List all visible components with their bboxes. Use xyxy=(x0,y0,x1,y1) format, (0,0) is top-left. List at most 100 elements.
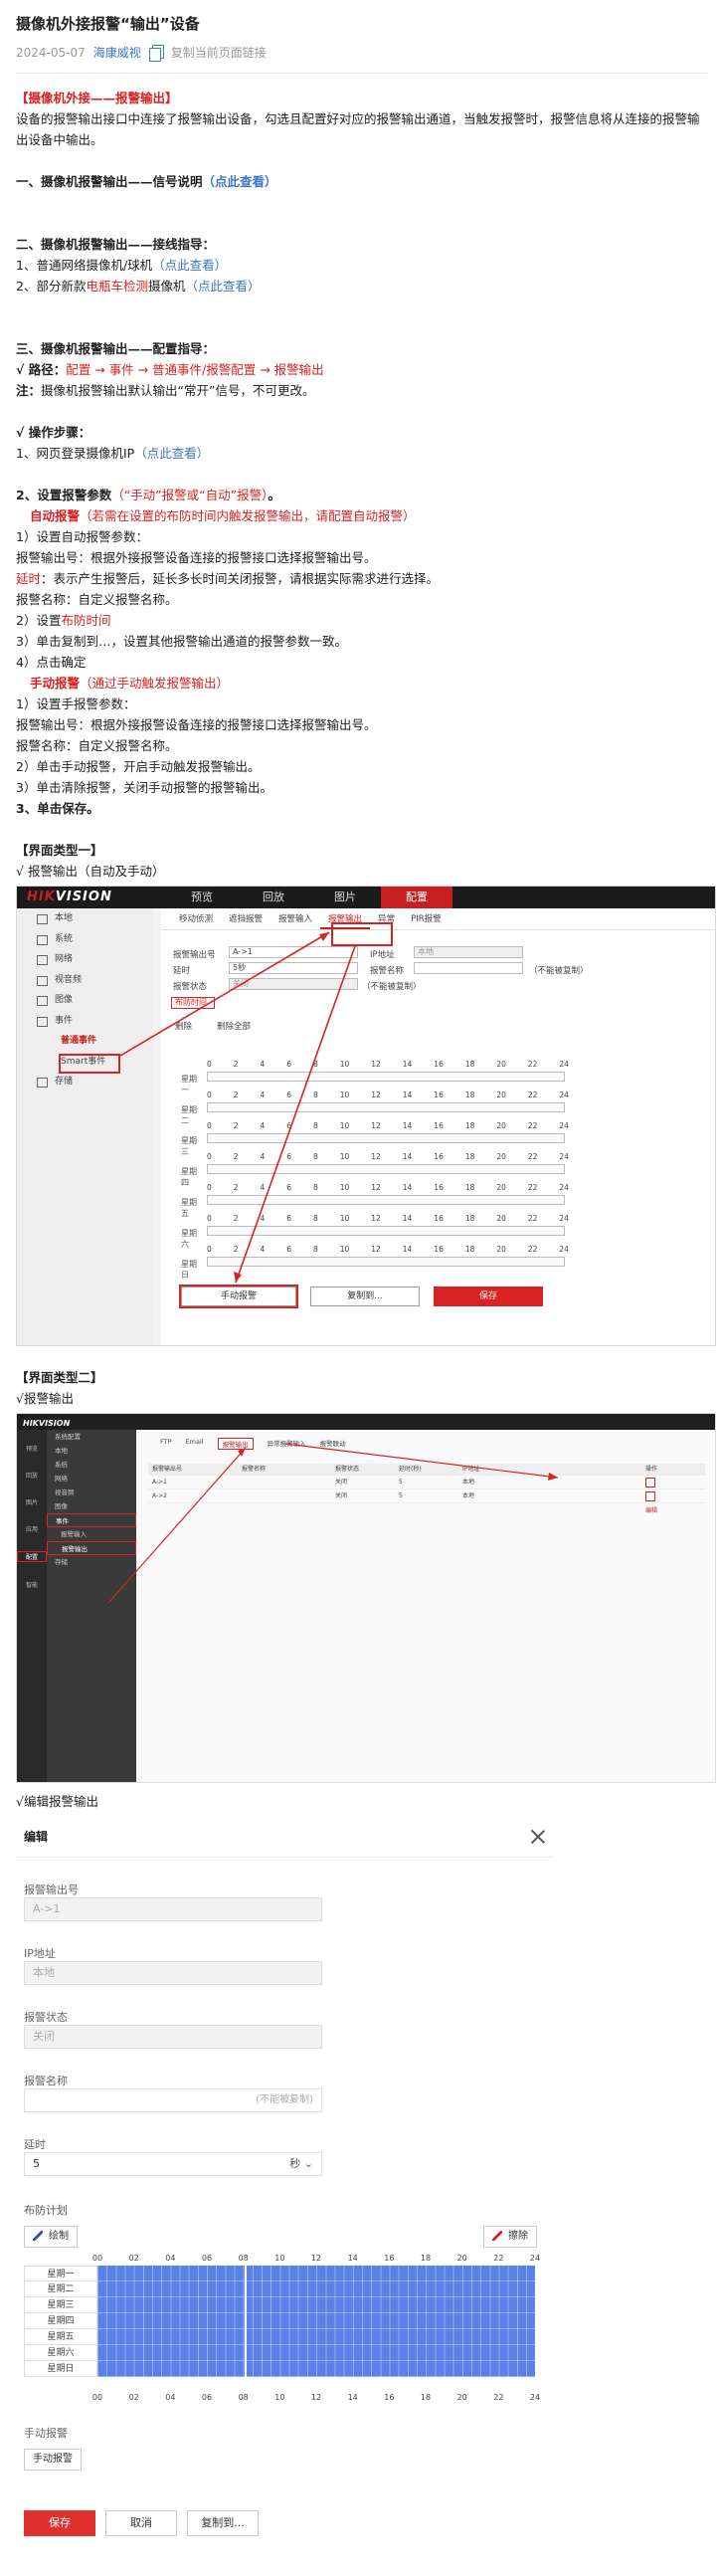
ui2-side-playback[interactable]: 回放 xyxy=(17,1471,47,1480)
auto-1: 1）设置自动报警参数： xyxy=(16,529,148,544)
sec1-link[interactable]: （点此查看） xyxy=(203,174,277,189)
edit-name-input[interactable]: (不能被复制) xyxy=(24,2088,322,2112)
ui1-menu-network[interactable]: 网络 xyxy=(17,949,152,970)
ui1-schedule-row[interactable]: 星期三 0 2 4 6 8 10 12 14 16 18 20 22 24 xyxy=(181,1119,569,1156)
ui1-schedule-bar[interactable] xyxy=(207,1195,565,1205)
ui1-delete-button[interactable]: 删除 xyxy=(175,1020,192,1032)
ui2-side-smart[interactable]: 智能 xyxy=(17,1580,47,1589)
ui1-delay-select[interactable]: 5秒 xyxy=(229,962,358,974)
sec3-path-label: √ 路径： xyxy=(16,362,67,377)
erase-button[interactable]: 擦除 xyxy=(483,2226,537,2248)
sec2-item1-link[interactable]: （点此查看） xyxy=(152,258,227,273)
ui1-nav-preview[interactable]: 预览 xyxy=(166,887,238,908)
ui2-side-picture[interactable]: 图片 xyxy=(17,1497,47,1506)
ui1-delete-all-button[interactable]: 删除全部 xyxy=(217,1020,251,1032)
ui2-tab-ftp[interactable]: FTP xyxy=(160,1438,172,1450)
edit-field-name: 报警名称 (不能被复制) xyxy=(16,2073,553,2112)
edit-manual-alarm-button[interactable]: 手动报警 xyxy=(24,2449,82,2471)
ui1-menu-image[interactable]: 图像 xyxy=(17,990,152,1011)
copy-to-button[interactable]: 复制到... xyxy=(187,2510,259,2536)
ui1-hour-label: 10 xyxy=(339,1121,350,1130)
ui1-schedule-row[interactable]: 星期二 0 2 4 6 8 10 12 14 16 18 20 22 24 xyxy=(181,1089,569,1125)
edit-schedule-grid[interactable]: 00 02 04 06 08 10 12 14 16 18 20 22 24 星期一 星期二 星期三 星期四星… xyxy=(24,2254,540,2403)
draw-button[interactable]: 绘制 xyxy=(24,2226,78,2248)
ui2-menu-image[interactable]: 图像 xyxy=(47,1499,136,1513)
edit-field-out: 报警输出号 A->1 xyxy=(16,1882,553,1921)
edit-schedule-fill[interactable] xyxy=(97,2266,535,2377)
ui2-menu-system[interactable]: 系统 xyxy=(47,1458,136,1472)
ui2-menu-alarm-out[interactable]: 报警输出 xyxy=(47,1541,136,1555)
ui1-menu-event[interactable]: 事件 xyxy=(17,1011,152,1032)
ui1-schedule-bar[interactable] xyxy=(207,1133,565,1143)
ui1-nav-playback[interactable]: 回放 xyxy=(238,887,309,908)
ui1-tab-alarm-in[interactable]: 报警输入 xyxy=(271,908,320,929)
ui2-menu-local[interactable]: 本地 xyxy=(47,1444,136,1458)
sec2-item2-link[interactable]: （点此查看） xyxy=(185,279,260,294)
ui1-schedule-bar[interactable] xyxy=(207,1226,565,1236)
ui1-tab-pir[interactable]: PIR报警 xyxy=(403,908,450,929)
ui1-save-button[interactable]: 保存 xyxy=(434,1287,543,1306)
edit-hour-label: 10 xyxy=(274,2393,285,2402)
ui1-nav-picture[interactable]: 图片 xyxy=(309,887,381,908)
ui2-side-preview[interactable]: 预览 xyxy=(17,1444,47,1453)
ui2-menu-event[interactable]: 事件 xyxy=(47,1513,136,1527)
ui1-name-input[interactable] xyxy=(414,962,523,974)
ui2-tab-linkage[interactable]: 报警联动 xyxy=(320,1438,346,1450)
erase-label: 擦除 xyxy=(508,2231,528,2242)
auto-2: 2）设置布防时间 xyxy=(16,610,706,631)
ui1-hour-label: 12 xyxy=(371,1090,381,1099)
ui1-schedule-row[interactable]: 星期五 0 2 4 6 8 10 12 14 16 18 20 22 24 xyxy=(181,1181,569,1218)
ui1-menu-system[interactable]: 系统 xyxy=(17,929,152,950)
ui1-schedule-bar[interactable] xyxy=(207,1164,565,1174)
copy-link-button[interactable]: 复制当前页面链接 xyxy=(171,44,267,61)
ui2-menu-network[interactable]: 网络 xyxy=(47,1472,136,1486)
ui2-tab-exception[interactable]: 异常报警输入 xyxy=(268,1438,306,1450)
ui1-schedule-bar[interactable] xyxy=(207,1102,565,1112)
cancel-button[interactable]: 取消 xyxy=(105,2510,177,2536)
close-icon[interactable] xyxy=(531,1830,545,1844)
edit-delay-select[interactable]: 5 秒 ⌄ xyxy=(24,2152,322,2176)
ui1-main: 移动侦测 遮挡报警 报警输入 报警输出 异常 PIR报警 报警输出号 A->1 … xyxy=(161,908,715,1345)
ui1-menu-storage[interactable]: 存储 xyxy=(17,1072,152,1092)
ui2-tab-email[interactable]: Email xyxy=(186,1438,204,1450)
edit-delay-value: 5 xyxy=(33,2157,40,2170)
ui1-schedule-row[interactable]: 星期一 0 2 4 6 8 10 12 14 16 18 20 22 24 xyxy=(181,1058,569,1094)
ui1-menu-basic-event[interactable]: 普通事件 xyxy=(17,1031,152,1052)
ui1-hour-label: 18 xyxy=(464,1214,475,1223)
ui1-menu-av[interactable]: 视音频 xyxy=(17,970,152,991)
ui1-schedule-row[interactable]: 星期四 0 2 4 6 8 10 12 14 16 18 20 22 24 xyxy=(181,1150,569,1187)
step1-link[interactable]: （点此查看） xyxy=(134,446,209,461)
ui1-menu-local[interactable]: 本地 xyxy=(17,908,152,929)
ui1-schedule-bar[interactable] xyxy=(207,1257,565,1267)
ui2-menu-av[interactable]: 视音频 xyxy=(47,1486,136,1499)
ui1-tab-motion[interactable]: 移动侦测 xyxy=(171,908,221,929)
ui2-row2-edit-icon[interactable] xyxy=(645,1491,655,1501)
ui1-schedule-grid[interactable]: 星期一 0 2 4 6 8 10 12 14 16 18 20 22 24 星期二 0 2 4 6 8 10 12 14 16… xyxy=(181,1058,569,1280)
ui2-side-config[interactable]: 配置 xyxy=(17,1551,47,1562)
ui2-menu-storage[interactable]: 存储 xyxy=(47,1555,136,1569)
edit-day-label: 星期四 xyxy=(24,2313,97,2329)
edit-hour-label: 02 xyxy=(128,2254,139,2263)
ui1-nav-config[interactable]: 配置 xyxy=(381,887,452,908)
ui2-sub: √报警输出 xyxy=(16,1391,74,1406)
ui1-schedule-bar[interactable] xyxy=(207,1072,565,1082)
ui1-arm-time-tab[interactable]: 布防时间 xyxy=(171,997,215,1009)
sec2-heading: 二、摄像机报警输出——接线指导： xyxy=(16,237,216,252)
auto-out: 报警输出号：根据外接报警设备连接的报警接口选择报警输出号。 xyxy=(16,550,377,565)
ui1-schedule-row[interactable]: 星期六 0 2 4 6 8 10 12 14 16 18 20 22 24 xyxy=(181,1212,569,1249)
article-author[interactable]: 海康威视 xyxy=(93,44,141,61)
ui1-hour-label: 24 xyxy=(559,1090,569,1099)
ui2-edit-label[interactable]: 编辑 xyxy=(148,1505,705,1514)
ui1-copy-button[interactable]: 复制到... xyxy=(310,1287,420,1306)
save-button[interactable]: 保存 xyxy=(24,2510,95,2536)
ui2-side-app[interactable]: 应用 xyxy=(17,1524,47,1533)
ui1-out-select[interactable]: A->1 xyxy=(229,946,358,958)
ui2-logo: HIKVISION xyxy=(23,1419,71,1428)
ui2-tab-alarm-out[interactable]: 报警输出 xyxy=(217,1438,254,1450)
ui1-schedule-row[interactable]: 星期日 0 2 4 6 8 10 12 14 16 18 20 22 24 xyxy=(181,1243,569,1280)
ui2-menu-alarm-in[interactable]: 报警输入 xyxy=(47,1527,136,1541)
ui1-tab-tamper[interactable]: 遮挡报警 xyxy=(221,908,271,929)
ui2-menu-sysconfig[interactable]: 系统配置 xyxy=(47,1430,136,1444)
copy-icon[interactable] xyxy=(148,44,164,62)
ui2-row1-edit-icon[interactable] xyxy=(645,1478,655,1487)
